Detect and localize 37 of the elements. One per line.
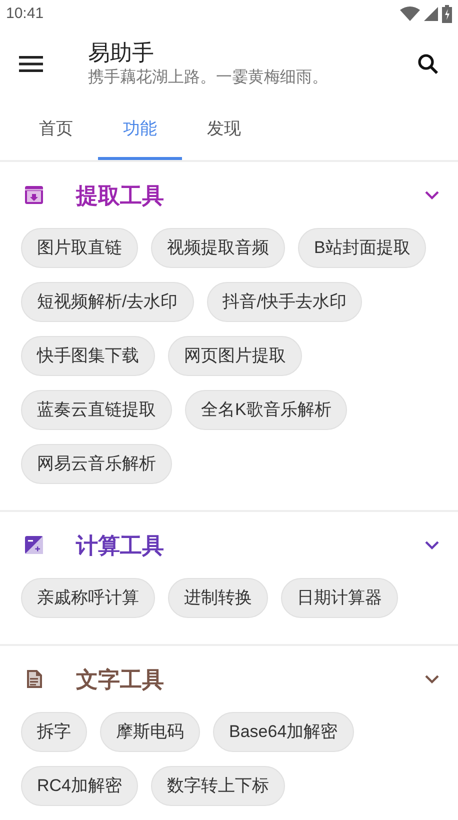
tab[interactable]: 首页 [14,100,98,160]
app-title: 易助手 [88,39,155,67]
menu-icon [19,55,43,73]
wifi-icon [400,6,420,22]
tool-chip[interactable]: 全名K歌音乐解析 [185,390,348,430]
tool-chip[interactable]: 摩斯电码 [100,712,200,752]
signal-icon [424,7,438,21]
tool-chip[interactable]: 进制转换 [168,578,268,618]
chevron-icon [425,674,439,684]
calculator-icon [22,533,46,557]
tool-chip[interactable]: 日期计算器 [281,578,398,618]
tool-chip[interactable]: 亲戚称呼计算 [21,578,155,618]
tool-chip[interactable]: 短视频解析/去水印 [21,282,194,322]
tab[interactable]: 功能 [98,100,182,160]
tool-chip[interactable]: RC4加解密 [21,766,138,806]
chevron-icon [425,540,439,550]
tool-chip[interactable]: 网易云音乐解析 [21,444,172,484]
tool-chip[interactable]: 网页图片提取 [168,336,302,376]
section-title: 文字工具 [76,666,165,694]
tool-chip[interactable]: 蓝奏云直链提取 [21,390,172,430]
tool-chip[interactable]: 视频提取音频 [151,228,285,268]
tool-chip[interactable]: 图片取直链 [21,228,138,268]
battery-icon [442,5,452,23]
tab[interactable]: 发现 [182,100,266,160]
tool-chip[interactable]: 抖音/快手去水印 [206,282,362,322]
status-time: 10:41 [6,4,44,24]
section-title: 计算工具 [76,532,165,560]
chevron-icon [425,190,439,200]
tool-chip[interactable]: 快手图集下载 [21,336,155,376]
app-subtitle: 携手藕花湖上路。一霎黄梅细雨。 [88,68,329,88]
tool-chip[interactable]: Base64加解密 [213,712,354,752]
section-title: 提取工具 [76,182,165,210]
tool-chip[interactable]: 拆字 [21,712,87,752]
tool-chip[interactable]: 数字转上下标 [151,766,286,806]
archive-icon [22,183,46,207]
tool-chip[interactable]: B站封面提取 [298,228,426,268]
search-icon [416,52,440,76]
